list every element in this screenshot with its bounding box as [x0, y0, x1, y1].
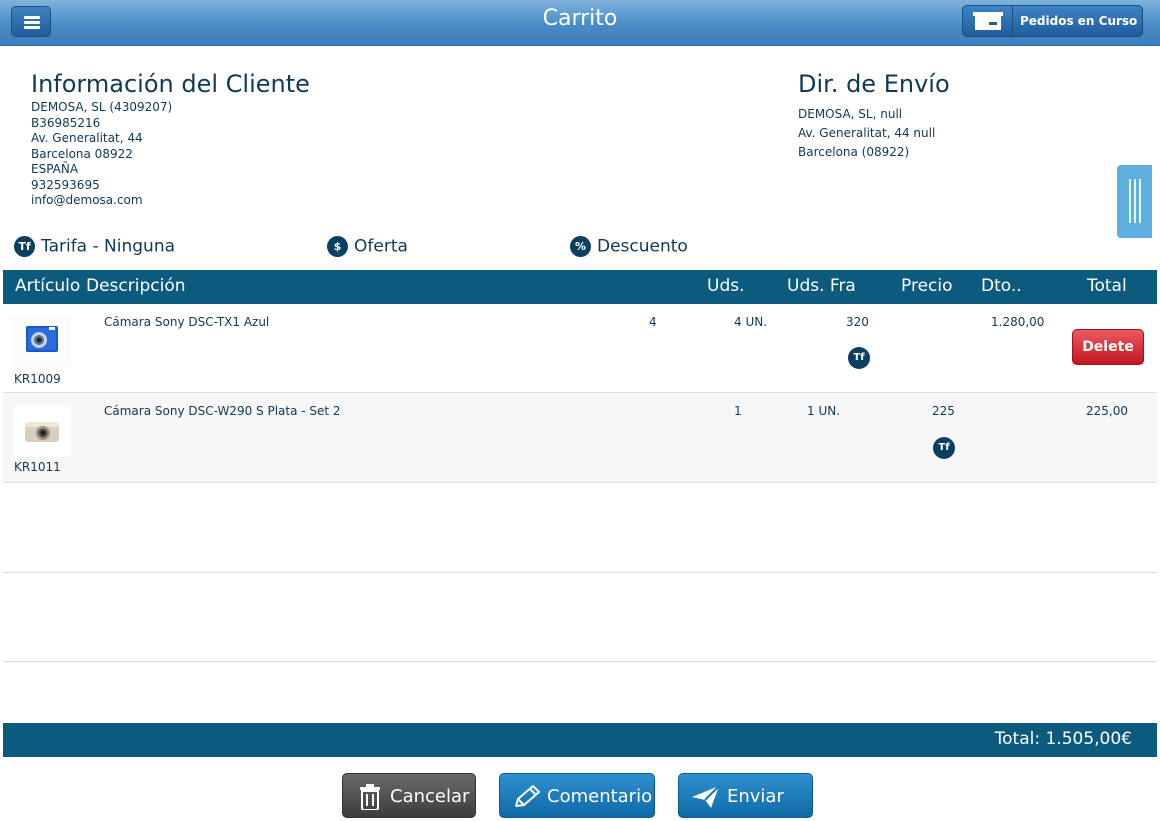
- col-discount: Dto..: [981, 276, 1022, 296]
- offer-label: Oferta: [354, 236, 408, 257]
- cart-table-header: Artículo Descripción Uds. Uds. Fra Preci…: [3, 270, 1157, 304]
- paper-plane-icon: [691, 784, 721, 815]
- col-description: Descripción: [86, 276, 186, 296]
- comment-button[interactable]: Comentario: [499, 773, 655, 818]
- customer-name: DEMOSA, SL (4309207): [31, 100, 173, 114]
- pencil-icon: [512, 784, 542, 815]
- units: 1: [734, 404, 742, 418]
- shipping-address-title: Dir. de Envío: [798, 70, 950, 98]
- shipping-city: Barcelona (08922): [798, 145, 910, 159]
- customer-info-title: Información del Cliente: [31, 70, 310, 98]
- trash-icon: [358, 784, 382, 815]
- table-row[interactable]: KR1011 Cámara Sony DSC-W290 S Plata - Se…: [3, 393, 1157, 483]
- col-price: Precio: [901, 276, 953, 296]
- line-total: 225,00: [1086, 404, 1128, 418]
- tariff-icon: Tf: [14, 236, 35, 257]
- article-code: KR1009: [14, 372, 61, 386]
- total-bar: Total: 1.505,00€: [3, 723, 1157, 757]
- percent-icon: %: [570, 236, 591, 257]
- product-image: [13, 316, 71, 368]
- customer-city: Barcelona 08922: [31, 146, 133, 161]
- dollar-icon: $: [327, 236, 348, 257]
- send-label: Enviar: [727, 786, 784, 807]
- tariff-option[interactable]: Tf Tarifa - Ninguna: [14, 236, 175, 257]
- send-button[interactable]: Enviar: [678, 773, 813, 818]
- customer-email: info@demosa.com: [31, 193, 143, 207]
- empty-row: [3, 573, 1157, 662]
- side-drawer-handle[interactable]: [1117, 165, 1152, 238]
- customer-country: ESPAÑA: [31, 162, 79, 176]
- discount-option[interactable]: % Descuento: [570, 236, 688, 257]
- cancel-button[interactable]: Cancelar: [342, 773, 476, 818]
- article-code: KR1011: [14, 460, 61, 474]
- top-bar: Carrito Pedidos en Curso: [0, 0, 1160, 46]
- discount-label: Descuento: [597, 236, 688, 257]
- tariff-label: Tarifa - Ninguna: [41, 236, 176, 257]
- customer-info-lines: DEMOSA, SL (4309207) B36985216 Av. Gener…: [31, 100, 172, 209]
- tariff-icon[interactable]: Tf: [848, 347, 870, 369]
- archive-box-icon: [963, 6, 1013, 36]
- offer-option[interactable]: $ Oferta: [327, 236, 408, 257]
- col-article: Artículo: [15, 276, 81, 296]
- comment-label: Comentario: [547, 786, 653, 807]
- customer-street: Av. Generalitat, 44: [31, 131, 143, 145]
- price: 225: [932, 404, 955, 418]
- price: 320: [846, 315, 869, 329]
- cancel-label: Cancelar: [390, 786, 470, 807]
- product-description: Cámara Sony DSC-W290 S Plata - Set 2: [104, 404, 341, 418]
- order-total: Total: 1.505,00€: [994, 729, 1132, 749]
- col-units-fra: Uds. Fra: [787, 276, 856, 296]
- product-description: Cámara Sony DSC-TX1 Azul: [104, 315, 270, 329]
- shipping-name: DEMOSA, SL, null: [798, 107, 903, 121]
- units-fra: 4 UN.: [734, 315, 768, 329]
- orders-in-progress-label: Pedidos en Curso: [1020, 14, 1138, 28]
- line-total: 1.280,00: [991, 315, 1045, 329]
- tariff-icon[interactable]: Tf: [933, 437, 955, 459]
- table-row[interactable]: KR1009 Cámara Sony DSC-TX1 Azul 4 4 UN. …: [3, 304, 1157, 393]
- shipping-address-lines: DEMOSA, SL, null Av. Generalitat, 44 nul…: [798, 105, 935, 162]
- orders-in-progress-button[interactable]: Pedidos en Curso: [962, 5, 1143, 37]
- shipping-street: Av. Generalitat, 44 null: [798, 126, 936, 140]
- empty-row: [3, 483, 1157, 573]
- product-image: [13, 405, 71, 457]
- col-units: Uds.: [707, 276, 745, 296]
- customer-tax-id: B36985216: [31, 115, 101, 130]
- col-total: Total: [1087, 276, 1127, 296]
- delete-button[interactable]: Delete: [1072, 329, 1144, 365]
- customer-phone: 932593695: [31, 177, 100, 192]
- units: 4: [649, 315, 657, 329]
- units-fra: 1 UN.: [807, 404, 841, 418]
